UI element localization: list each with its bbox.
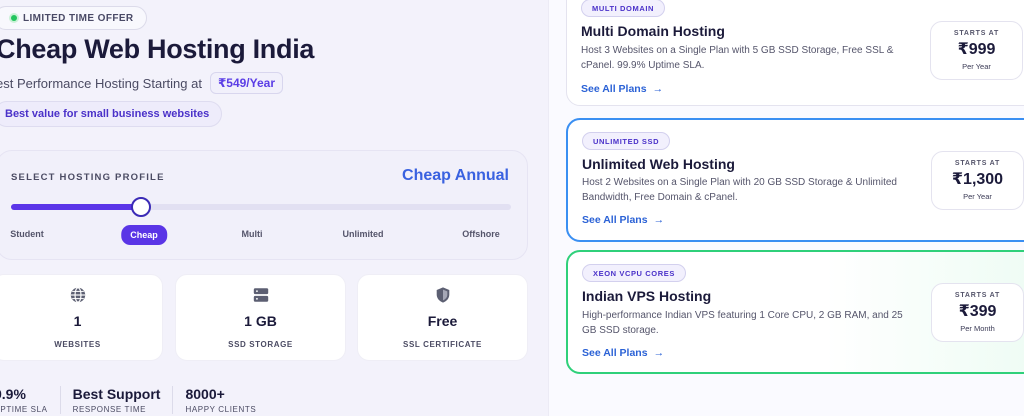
offer-badge-label: LIMITED TIME OFFER bbox=[23, 12, 134, 24]
price-box: STARTS AT ₹1,300 Per Year bbox=[931, 151, 1024, 210]
starting-price-pill: ₹549/Year bbox=[209, 72, 284, 94]
plan-description: Host 2 Websites on a Single Plan with 20… bbox=[582, 177, 897, 203]
feature-card-storage: 1 GB SSD STORAGE bbox=[175, 274, 346, 361]
shield-icon bbox=[436, 287, 449, 303]
price-period: Per Month bbox=[960, 324, 995, 333]
plan-title: Multi Domain Hosting bbox=[581, 23, 725, 39]
feature-card-ssl: Free SSL CERTIFICATE bbox=[357, 274, 528, 361]
stat-label: UPTIME SLA bbox=[0, 405, 48, 414]
profile-stop-cheap[interactable]: Cheap bbox=[121, 225, 167, 245]
feature-label: SSL CERTIFICATE bbox=[403, 340, 482, 349]
arrow-right-icon: → bbox=[652, 83, 664, 95]
server-icon bbox=[253, 288, 268, 302]
slider-track[interactable] bbox=[11, 197, 511, 217]
limited-offer-badge: LIMITED TIME OFFER bbox=[0, 6, 147, 30]
feature-label: SSD STORAGE bbox=[228, 340, 293, 349]
see-all-plans-link[interactable]: See All Plans → bbox=[582, 347, 664, 359]
hosting-profile-selector: SELECT HOSTING PROFILE Cheap Annual Stud… bbox=[0, 150, 528, 260]
price-box: STARTS AT ₹399 Per Month bbox=[931, 283, 1024, 342]
feature-value: Free bbox=[427, 313, 458, 329]
plan-price: ₹999 bbox=[957, 41, 996, 58]
price-box: STARTS AT ₹999 Per Year bbox=[930, 21, 1023, 80]
plan-card-multi-domain[interactable]: MULTI DOMAIN Multi Domain Hosting Host 3… bbox=[566, 0, 1024, 106]
feature-label: WEBSITES bbox=[54, 340, 101, 349]
stat-label: HAPPY CLIENTS bbox=[185, 405, 257, 414]
see-all-plans-link[interactable]: See All Plans → bbox=[581, 83, 663, 95]
slider-fill bbox=[11, 204, 141, 210]
starts-at-label: STARTS AT bbox=[954, 292, 1001, 299]
stat-value: 9.9% bbox=[0, 386, 26, 402]
link-label: See All Plans bbox=[582, 214, 648, 226]
arrow-right-icon: → bbox=[653, 214, 665, 226]
plan-title: Indian VPS Hosting bbox=[582, 288, 712, 304]
link-label: See All Plans bbox=[582, 347, 648, 359]
stat-value: Best Support bbox=[72, 386, 161, 402]
stats-row: 9.9% UPTIME SLA Best Support RESPONSE TI… bbox=[0, 386, 280, 414]
see-all-plans-link[interactable]: See All Plans → bbox=[582, 214, 664, 226]
profile-stop-student[interactable]: Student bbox=[10, 229, 44, 239]
profile-stop-unlimited[interactable]: Unlimited bbox=[342, 229, 383, 239]
arrow-right-icon: → bbox=[653, 347, 665, 359]
feature-value: 1 GB bbox=[244, 313, 277, 329]
starts-at-label: STARTS AT bbox=[953, 30, 1000, 37]
plan-tag: XEON VCPU CORES bbox=[582, 264, 686, 282]
stat-uptime: 9.9% UPTIME SLA bbox=[0, 386, 61, 414]
feature-value: 1 bbox=[73, 313, 82, 329]
slider-thumb[interactable] bbox=[131, 197, 151, 217]
page-title: Cheap Web Hosting India bbox=[0, 34, 315, 64]
plan-tag: UNLIMITED SSD bbox=[582, 132, 671, 150]
plan-title: Unlimited Web Hosting bbox=[582, 156, 735, 172]
stat-value: 8000+ bbox=[185, 386, 225, 402]
stat-support: Best Support RESPONSE TIME bbox=[73, 386, 174, 414]
stat-clients: 8000+ HAPPY CLIENTS bbox=[185, 386, 268, 414]
plan-card-vps[interactable]: XEON VCPU CORES Indian VPS Hosting High-… bbox=[566, 250, 1024, 374]
plan-tag: MULTI DOMAIN bbox=[581, 0, 666, 17]
link-label: See All Plans bbox=[581, 83, 647, 95]
plan-price: ₹1,300 bbox=[951, 171, 1004, 188]
profile-stop-multi[interactable]: Multi bbox=[242, 229, 263, 239]
status-dot-icon bbox=[11, 15, 17, 21]
value-pill: Best value for small business websites bbox=[0, 101, 223, 127]
feature-card-websites: 1 WEBSITES bbox=[0, 274, 163, 361]
stat-label: RESPONSE TIME bbox=[72, 405, 147, 414]
slider-label: SELECT HOSTING PROFILE bbox=[11, 172, 165, 183]
globe-icon bbox=[70, 287, 85, 303]
starts-at-label: STARTS AT bbox=[954, 160, 1001, 167]
hero-subtitle: est Performance Hosting Starting at bbox=[0, 75, 202, 91]
plan-description: Host 3 Websites on a Single Plan with 5 … bbox=[581, 45, 894, 71]
selected-profile-value: Cheap Annual bbox=[402, 167, 509, 184]
price-period: Per Year bbox=[962, 62, 991, 71]
plan-card-unlimited[interactable]: UNLIMITED SSD Unlimited Web Hosting Host… bbox=[566, 118, 1024, 242]
hero-subtitle-row: est Performance Hosting Starting at ₹549… bbox=[0, 72, 284, 94]
profile-stop-offshore[interactable]: Offshore bbox=[462, 229, 500, 239]
price-period: Per Year bbox=[963, 192, 992, 201]
plan-price: ₹399 bbox=[958, 303, 997, 320]
plan-description: High-performance Indian VPS featuring 1 … bbox=[582, 310, 903, 336]
